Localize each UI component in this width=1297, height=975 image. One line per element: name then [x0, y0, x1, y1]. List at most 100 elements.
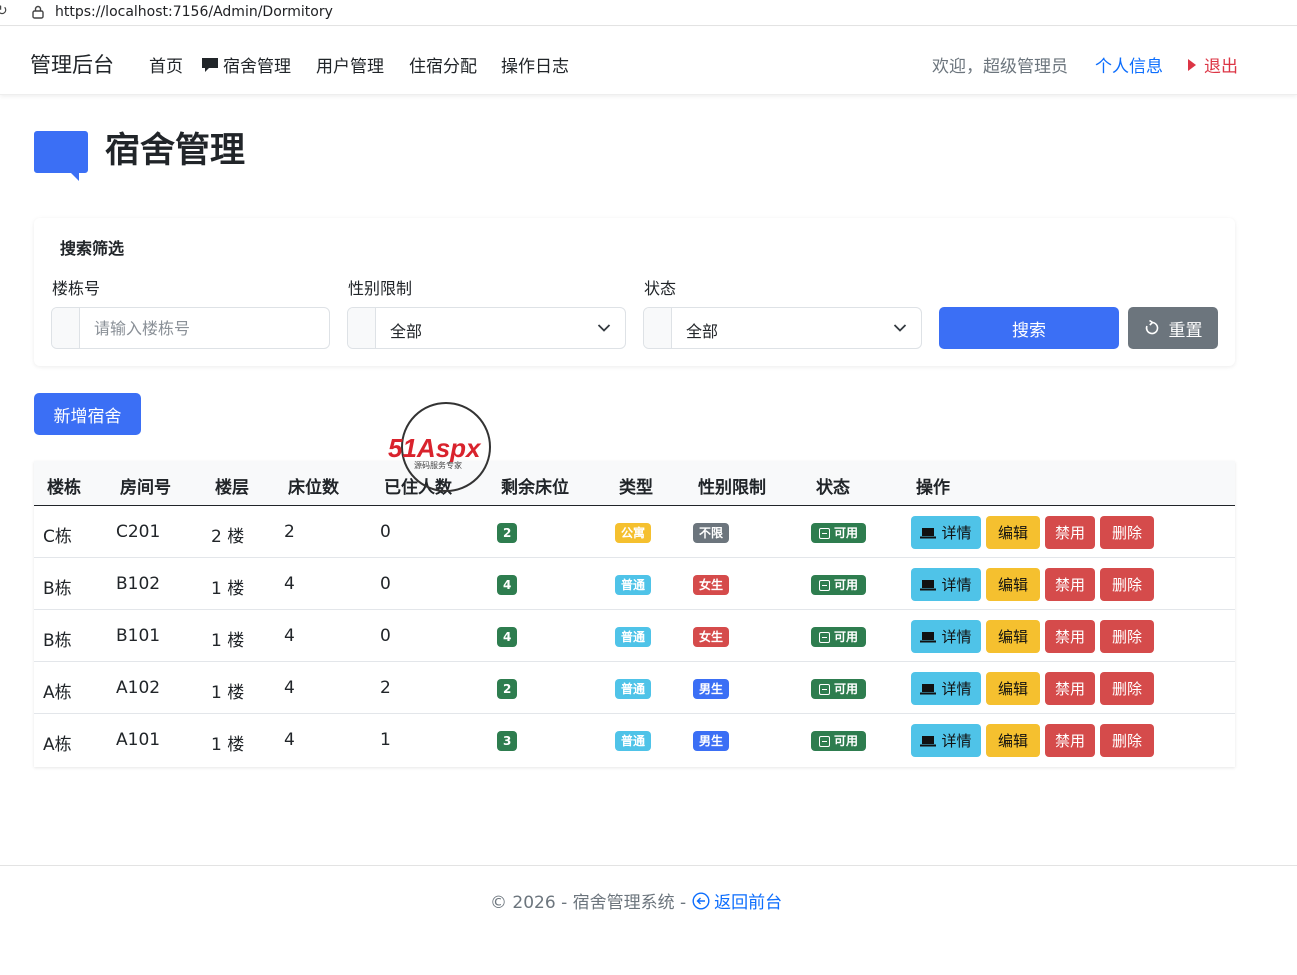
- delete-button[interactable]: 删除: [1100, 672, 1154, 705]
- status-badge: 可用: [811, 575, 867, 595]
- delete-button[interactable]: 删除: [1100, 620, 1154, 653]
- cell-room: A102: [116, 678, 161, 698]
- detail-button[interactable]: 详情: [911, 672, 981, 705]
- detail-button[interactable]: 详情: [911, 724, 981, 757]
- disable-button[interactable]: 禁用: [1045, 724, 1095, 757]
- laptop-icon: [920, 735, 937, 746]
- type-badge: 普通: [615, 679, 652, 699]
- status-select-value: 全部: [686, 322, 719, 341]
- profile-link[interactable]: 个人信息: [1095, 52, 1163, 77]
- chevron-down-icon: [893, 324, 907, 332]
- nav-item-allocation[interactable]: 住宿分配: [409, 52, 477, 77]
- nav-item-users[interactable]: 用户管理: [316, 52, 384, 77]
- chat-square-icon: [34, 131, 88, 181]
- delete-button[interactable]: 删除: [1100, 516, 1154, 549]
- dash-square-icon: [819, 735, 830, 747]
- dash-square-icon: [819, 579, 830, 591]
- header-floor: 楼层: [215, 478, 249, 498]
- detail-button[interactable]: 详情: [911, 516, 981, 549]
- laptop-icon: [920, 579, 937, 590]
- remaining-badge: 2: [497, 679, 518, 699]
- nav-item-home[interactable]: 首页: [149, 52, 183, 77]
- building-input[interactable]: [81, 308, 329, 348]
- disable-button[interactable]: 禁用: [1045, 568, 1095, 601]
- cell-building: B栋: [43, 631, 72, 651]
- top-navbar: 管理后台 首页 宿舍管理 用户管理 住宿分配 操作日志 欢迎，超级管理员 个人信…: [0, 27, 1297, 95]
- edit-button[interactable]: 编辑: [986, 724, 1040, 757]
- disable-button[interactable]: 禁用: [1045, 516, 1095, 549]
- header-occupied: 已住人数: [384, 478, 452, 498]
- dash-square-icon: [819, 631, 830, 643]
- edit-button[interactable]: 编辑: [986, 672, 1040, 705]
- cell-room: A101: [116, 730, 161, 750]
- reset-button[interactable]: 重置: [1128, 307, 1218, 349]
- search-button[interactable]: 搜索: [939, 307, 1119, 349]
- disable-button[interactable]: 禁用: [1045, 672, 1095, 705]
- edit-button[interactable]: 编辑: [986, 620, 1040, 653]
- nav-item-dormitory[interactable]: 宿舍管理: [201, 52, 291, 77]
- status-badge: 可用: [811, 627, 867, 647]
- status-badge: 可用: [811, 731, 867, 751]
- laptop-icon: [920, 527, 937, 538]
- reload-icon[interactable]: ↻: [0, 3, 8, 19]
- url-text[interactable]: https://localhost:7156/Admin/Dormitory: [55, 4, 333, 20]
- edit-button[interactable]: 编辑: [986, 568, 1040, 601]
- cell-beds: 4: [284, 626, 295, 646]
- table-row: A栋 A102 1 楼 4 2 2 普通 男生 可用 详情 编辑 禁用 删除: [34, 662, 1235, 714]
- delete-button[interactable]: 删除: [1100, 724, 1154, 757]
- header-gender: 性别限制: [698, 478, 766, 498]
- remaining-badge: 3: [497, 731, 518, 751]
- gender-label: 性别限制: [348, 279, 413, 298]
- gender-badge: 女生: [693, 575, 730, 595]
- cell-occupied: 0: [380, 522, 391, 542]
- header-remaining: 剩余床位: [501, 478, 569, 498]
- detail-button[interactable]: 详情: [911, 620, 981, 653]
- add-dormitory-button[interactable]: 新增宿舍: [34, 393, 141, 435]
- type-badge: 普通: [615, 731, 652, 751]
- cell-building: C栋: [43, 527, 72, 547]
- detail-button[interactable]: 详情: [911, 568, 981, 601]
- cell-occupied: 2: [380, 678, 391, 698]
- table-header: 楼栋 房间号 楼层 床位数 已住人数 剩余床位 类型 性别限制 状态 操作: [34, 461, 1235, 506]
- gender-badge: 女生: [693, 627, 730, 647]
- search-card-title: 搜索筛选: [60, 239, 125, 258]
- cell-occupied: 1: [380, 730, 391, 750]
- header-room: 房间号: [120, 478, 171, 498]
- welcome-text: 欢迎，超级管理员: [932, 57, 1068, 77]
- cell-beds: 4: [284, 678, 295, 698]
- type-badge: 普通: [615, 627, 652, 647]
- edit-button[interactable]: 编辑: [986, 516, 1040, 549]
- nav-item-logs[interactable]: 操作日志: [501, 52, 569, 77]
- delete-button[interactable]: 删除: [1100, 568, 1154, 601]
- watermark-brand: 51Aspx: [388, 433, 482, 463]
- header-beds: 床位数: [288, 478, 339, 498]
- reset-icon: [1145, 320, 1158, 335]
- cell-beds: 4: [284, 574, 295, 594]
- header-type: 类型: [619, 478, 653, 498]
- gender-badge: 男生: [693, 679, 730, 699]
- back-to-frontend-link[interactable]: 返回前台: [692, 888, 782, 913]
- laptop-icon: [920, 683, 937, 694]
- cell-building: B栋: [43, 579, 72, 599]
- logout-link[interactable]: 退出: [1186, 52, 1238, 77]
- status-select[interactable]: 全部: [643, 307, 922, 349]
- page-title: 宿舍管理: [105, 131, 246, 171]
- cell-occupied: 0: [380, 626, 391, 646]
- gender-badge: 不限: [693, 523, 730, 543]
- laptop-icon: [920, 631, 937, 642]
- browser-address-bar[interactable]: ↻ https://localhost:7156/Admin/Dormitory: [0, 0, 1297, 26]
- disable-button[interactable]: 禁用: [1045, 620, 1095, 653]
- cell-building: A栋: [43, 683, 72, 703]
- dash-square-icon: [819, 683, 830, 695]
- chat-square-icon: [202, 57, 218, 72]
- gender-select[interactable]: 全部: [347, 307, 626, 349]
- cell-room: B101: [116, 626, 161, 646]
- cell-floor: 1 楼: [211, 683, 245, 703]
- brand-title[interactable]: 管理后台: [30, 49, 114, 79]
- select-addon: [644, 308, 672, 348]
- cell-floor: 1 楼: [211, 631, 245, 651]
- footer-copyright: © 2026 - 宿舍管理系统 -: [490, 893, 687, 913]
- arrow-left-circle-icon: [692, 891, 710, 910]
- cell-floor: 1 楼: [211, 579, 245, 599]
- cell-floor: 1 楼: [211, 735, 245, 755]
